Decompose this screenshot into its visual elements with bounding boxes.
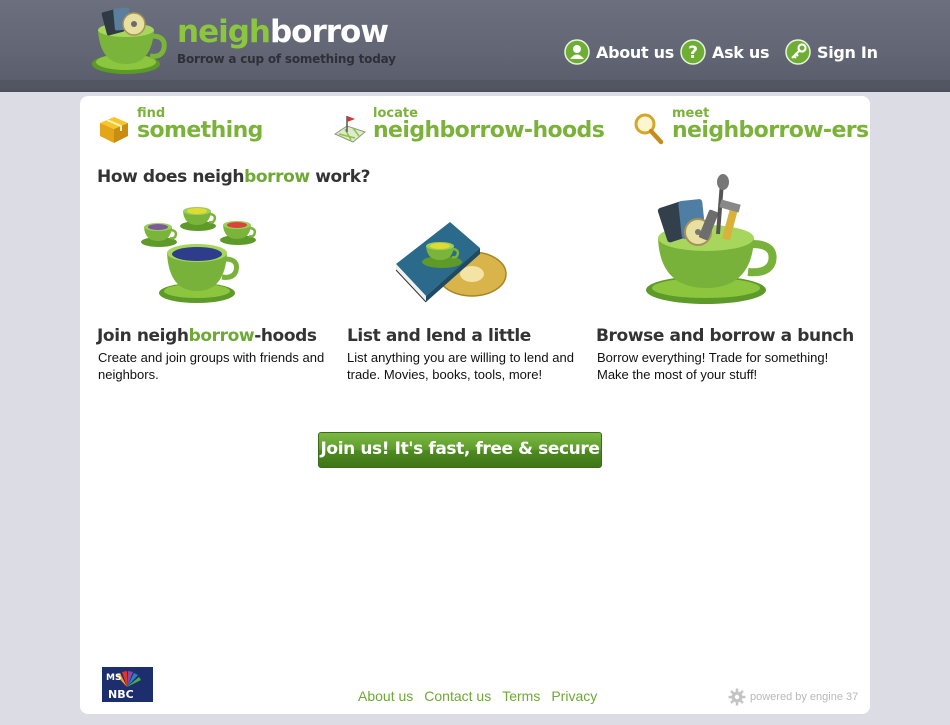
key-icon — [785, 39, 811, 65]
msnbc-logo[interactable]: MS NBC — [102, 667, 153, 702]
column-list-title: List and lend a little — [347, 326, 531, 346]
nav-sign-in[interactable]: Sign In — [785, 38, 878, 66]
magnifier-icon — [634, 113, 664, 145]
column-browse-desc: Borrow everything! Trade for something! … — [597, 350, 829, 382]
peacock-icon: MS NBC — [102, 667, 153, 702]
logo-part-neigh: neigh — [177, 14, 271, 50]
nav-ask-us[interactable]: ? Ask us — [680, 38, 770, 66]
footer-links: About us Contact us Terms Privacy — [358, 688, 608, 704]
column-browse-title: Browse and borrow a bunch — [596, 326, 854, 346]
svg-text:?: ? — [688, 43, 698, 63]
join-title-highlight: borrow — [188, 326, 255, 346]
tagline: Borrow a cup of something today — [177, 52, 396, 66]
how-heading-highlight: borrow — [244, 167, 310, 187]
nav-sign-in-label: Sign In — [817, 42, 878, 62]
footer-link-about-us[interactable]: About us — [358, 688, 413, 704]
feature-neighborrow-hoods-label: neighborrow-hoods — [373, 118, 605, 143]
logo-part-borrow: borrow — [269, 14, 389, 50]
main-card: find something locate neighborrow-hoods … — [80, 96, 870, 714]
feature-neighborrow-ers-label: neighborrow-ers — [672, 118, 869, 143]
cups-illustration — [141, 207, 257, 303]
join-title-pre: Join neigh — [97, 326, 189, 346]
footer-link-terms[interactable]: Terms — [502, 688, 540, 704]
join-us-button[interactable]: Join us! It's fast, free & secure — [318, 432, 602, 468]
stuff-cup-illustration — [646, 174, 777, 304]
how-heading-pre: How does neigh — [97, 167, 245, 187]
question-icon: ? — [680, 39, 706, 65]
logo-wordmark[interactable]: neighborrow — [177, 14, 389, 50]
nav-about-us[interactable]: About us — [564, 38, 674, 66]
svg-text:NBC: NBC — [108, 688, 134, 701]
column-join-desc: Create and join groups with friends and … — [98, 350, 325, 382]
gear-icon — [728, 688, 746, 706]
how-it-works-heading: How does neighborrow work? — [97, 167, 371, 187]
footer-link-contact-us[interactable]: Contact us — [424, 688, 491, 704]
column-join-title: Join neighborrow-hoods — [97, 326, 317, 346]
book-illustration — [395, 222, 507, 303]
svg-text:MS: MS — [106, 673, 121, 683]
footer-link-privacy[interactable]: Privacy — [551, 688, 597, 704]
logo-cup-icon[interactable] — [90, 6, 168, 76]
site-header: neighborrow Borrow a cup of something to… — [0, 0, 950, 92]
feature-something-label: something — [137, 118, 263, 143]
column-list-desc: List anything you are willing to lend an… — [347, 350, 574, 382]
nav-ask-us-label: Ask us — [712, 42, 770, 62]
person-icon — [564, 39, 590, 65]
powered-by[interactable]: powered by engine 37 — [728, 688, 858, 706]
map-icon — [333, 116, 367, 143]
nav-about-us-label: About us — [596, 42, 674, 62]
box-icon — [100, 117, 128, 143]
how-heading-post: work? — [309, 167, 371, 187]
powered-by-label: powered by engine 37 — [750, 691, 859, 703]
join-title-post: -hoods — [254, 326, 317, 346]
